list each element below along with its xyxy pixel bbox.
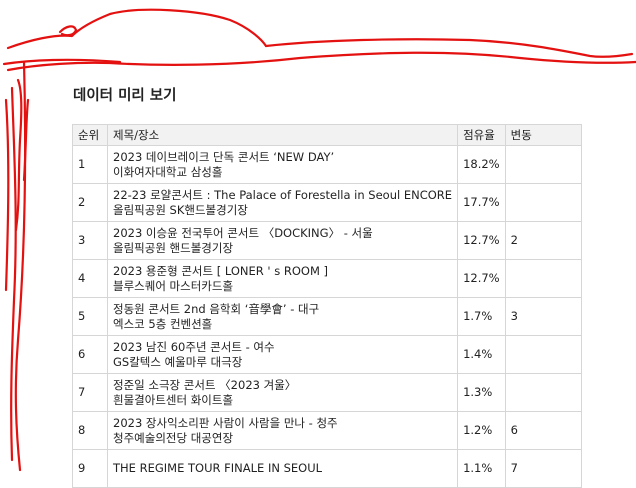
page-title: 데이터 미리 보기 [73, 88, 177, 104]
table-row: 4 2023 용준형 콘서트 [ LONER ' s ROOM ] 블루스퀘어 마… [72, 259, 582, 298]
table-row: 8 2023 장사익소리판 사람이 사람을 만나 - 청주 청주예술의전당 대공연… [72, 411, 582, 450]
change-cell [504, 183, 582, 222]
share-cell: 1.4% [457, 335, 506, 374]
venue-name: 올림픽공원 핸드볼경기장 [113, 240, 234, 255]
rank-cell: 8 [72, 411, 108, 450]
change-cell [504, 373, 582, 412]
venue-name: 청주예술의전당 대공연장 [113, 430, 234, 445]
table-row: 2 22-23 로얄콘서트 : The Palace of Forestella… [72, 183, 582, 222]
venue-name: 흰물결아트센터 화이트홀 [113, 392, 234, 407]
table-row: 5 정동원 콘서트 2nd 음학회 ‘音學會’ - 대구 엑스코 5층 컨벤션홀 … [72, 297, 582, 336]
table-row: 7 정준일 소극장 콘서트 〈2023 겨울〉 흰물결아트센터 화이트홀 1.3% [72, 373, 582, 412]
concert-title: 정준일 소극장 콘서트 〈2023 겨울〉 [113, 377, 297, 392]
column-header-share[interactable]: 점유율 [457, 124, 506, 146]
share-cell: 12.7% [457, 221, 506, 260]
venue-name: 블루스퀘어 마스터카드홀 [113, 278, 234, 293]
change-cell [504, 335, 582, 374]
title-cell: 정준일 소극장 콘서트 〈2023 겨울〉 흰물결아트센터 화이트홀 [106, 373, 459, 412]
title-cell: 정동원 콘서트 2nd 음학회 ‘音學會’ - 대구 엑스코 5층 컨벤션홀 [106, 297, 459, 336]
share-cell: 1.1% [457, 449, 506, 488]
table-header-row: 순위 제목/장소 점유율 변동 [72, 124, 582, 146]
rank-cell: 1 [72, 145, 108, 184]
title-cell: 2023 이승윤 전국투어 콘서트 〈DOCKING〉 - 서울 올림픽공원 핸드… [106, 221, 459, 260]
venue-name: GS칼텍스 예울마루 대극장 [113, 354, 243, 369]
title-cell: 2023 장사익소리판 사람이 사람을 만나 - 청주 청주예술의전당 대공연장 [106, 411, 459, 450]
table-row: 3 2023 이승윤 전국투어 콘서트 〈DOCKING〉 - 서울 올림픽공원 … [72, 221, 582, 260]
table-row: 1 2023 데이브레이크 단독 콘서트 ‘NEW DAY’ 이화여자대학교 삼성… [72, 145, 582, 184]
concert-title: 정동원 콘서트 2nd 음학회 ‘音學會’ - 대구 [113, 301, 320, 316]
venue-name: 엑스코 5층 컨벤션홀 [113, 316, 213, 331]
data-preview-table: 순위 제목/장소 점유율 변동 1 2023 데이브레이크 단독 콘서트 ‘NE… [72, 124, 582, 488]
concert-title: 2023 장사익소리판 사람이 사람을 만나 - 청주 [113, 415, 338, 430]
venue-name: 이화여자대학교 삼성홀 [113, 164, 223, 179]
change-cell [504, 145, 582, 184]
title-cell: THE REGIME TOUR FINALE IN SEOUL [106, 449, 459, 488]
title-cell: 2023 용준형 콘서트 [ LONER ' s ROOM ] 블루스퀘어 마스터… [106, 259, 459, 298]
concert-title: 2023 이승윤 전국투어 콘서트 〈DOCKING〉 - 서울 [113, 225, 373, 240]
table-row: 6 2023 남진 60주년 콘서트 - 여수 GS칼텍스 예울마루 대극장 1.… [72, 335, 582, 374]
concert-title: THE REGIME TOUR FINALE IN SEOUL [113, 461, 323, 475]
share-cell: 1.2% [457, 411, 506, 450]
concert-title: 2023 남진 60주년 콘서트 - 여수 [113, 339, 275, 354]
title-cell: 22-23 로얄콘서트 : The Palace of Forestella i… [106, 183, 459, 222]
rank-cell: 4 [72, 259, 108, 298]
venue-name: 올림픽공원 SK핸드볼경기장 [113, 202, 248, 217]
concert-title: 2023 데이브레이크 단독 콘서트 ‘NEW DAY’ [113, 149, 335, 164]
column-header-title[interactable]: 제목/장소 [106, 124, 459, 146]
change-cell: 3 [504, 297, 582, 336]
column-header-change[interactable]: 변동 [504, 124, 582, 146]
rank-cell: 6 [72, 335, 108, 374]
table-row: 9 THE REGIME TOUR FINALE IN SEOUL 1.1% 7 [72, 449, 582, 488]
title-cell: 2023 데이브레이크 단독 콘서트 ‘NEW DAY’ 이화여자대학교 삼성홀 [106, 145, 459, 184]
title-cell: 2023 남진 60주년 콘서트 - 여수 GS칼텍스 예울마루 대극장 [106, 335, 459, 374]
change-cell [504, 259, 582, 298]
column-header-rank[interactable]: 순위 [72, 124, 108, 146]
change-cell: 6 [504, 411, 582, 450]
share-cell: 18.2% [457, 145, 506, 184]
change-cell: 2 [504, 221, 582, 260]
share-cell: 12.7% [457, 259, 506, 298]
concert-title: 22-23 로얄콘서트 : The Palace of Forestella i… [113, 187, 453, 202]
concert-title: 2023 용준형 콘서트 [ LONER ' s ROOM ] [113, 263, 329, 278]
rank-cell: 9 [72, 449, 108, 488]
rank-cell: 2 [72, 183, 108, 222]
share-cell: 1.7% [457, 297, 506, 336]
share-cell: 1.3% [457, 373, 506, 412]
rank-cell: 5 [72, 297, 108, 336]
rank-cell: 7 [72, 373, 108, 412]
share-cell: 17.7% [457, 183, 506, 222]
rank-cell: 3 [72, 221, 108, 260]
change-cell: 7 [504, 449, 582, 488]
